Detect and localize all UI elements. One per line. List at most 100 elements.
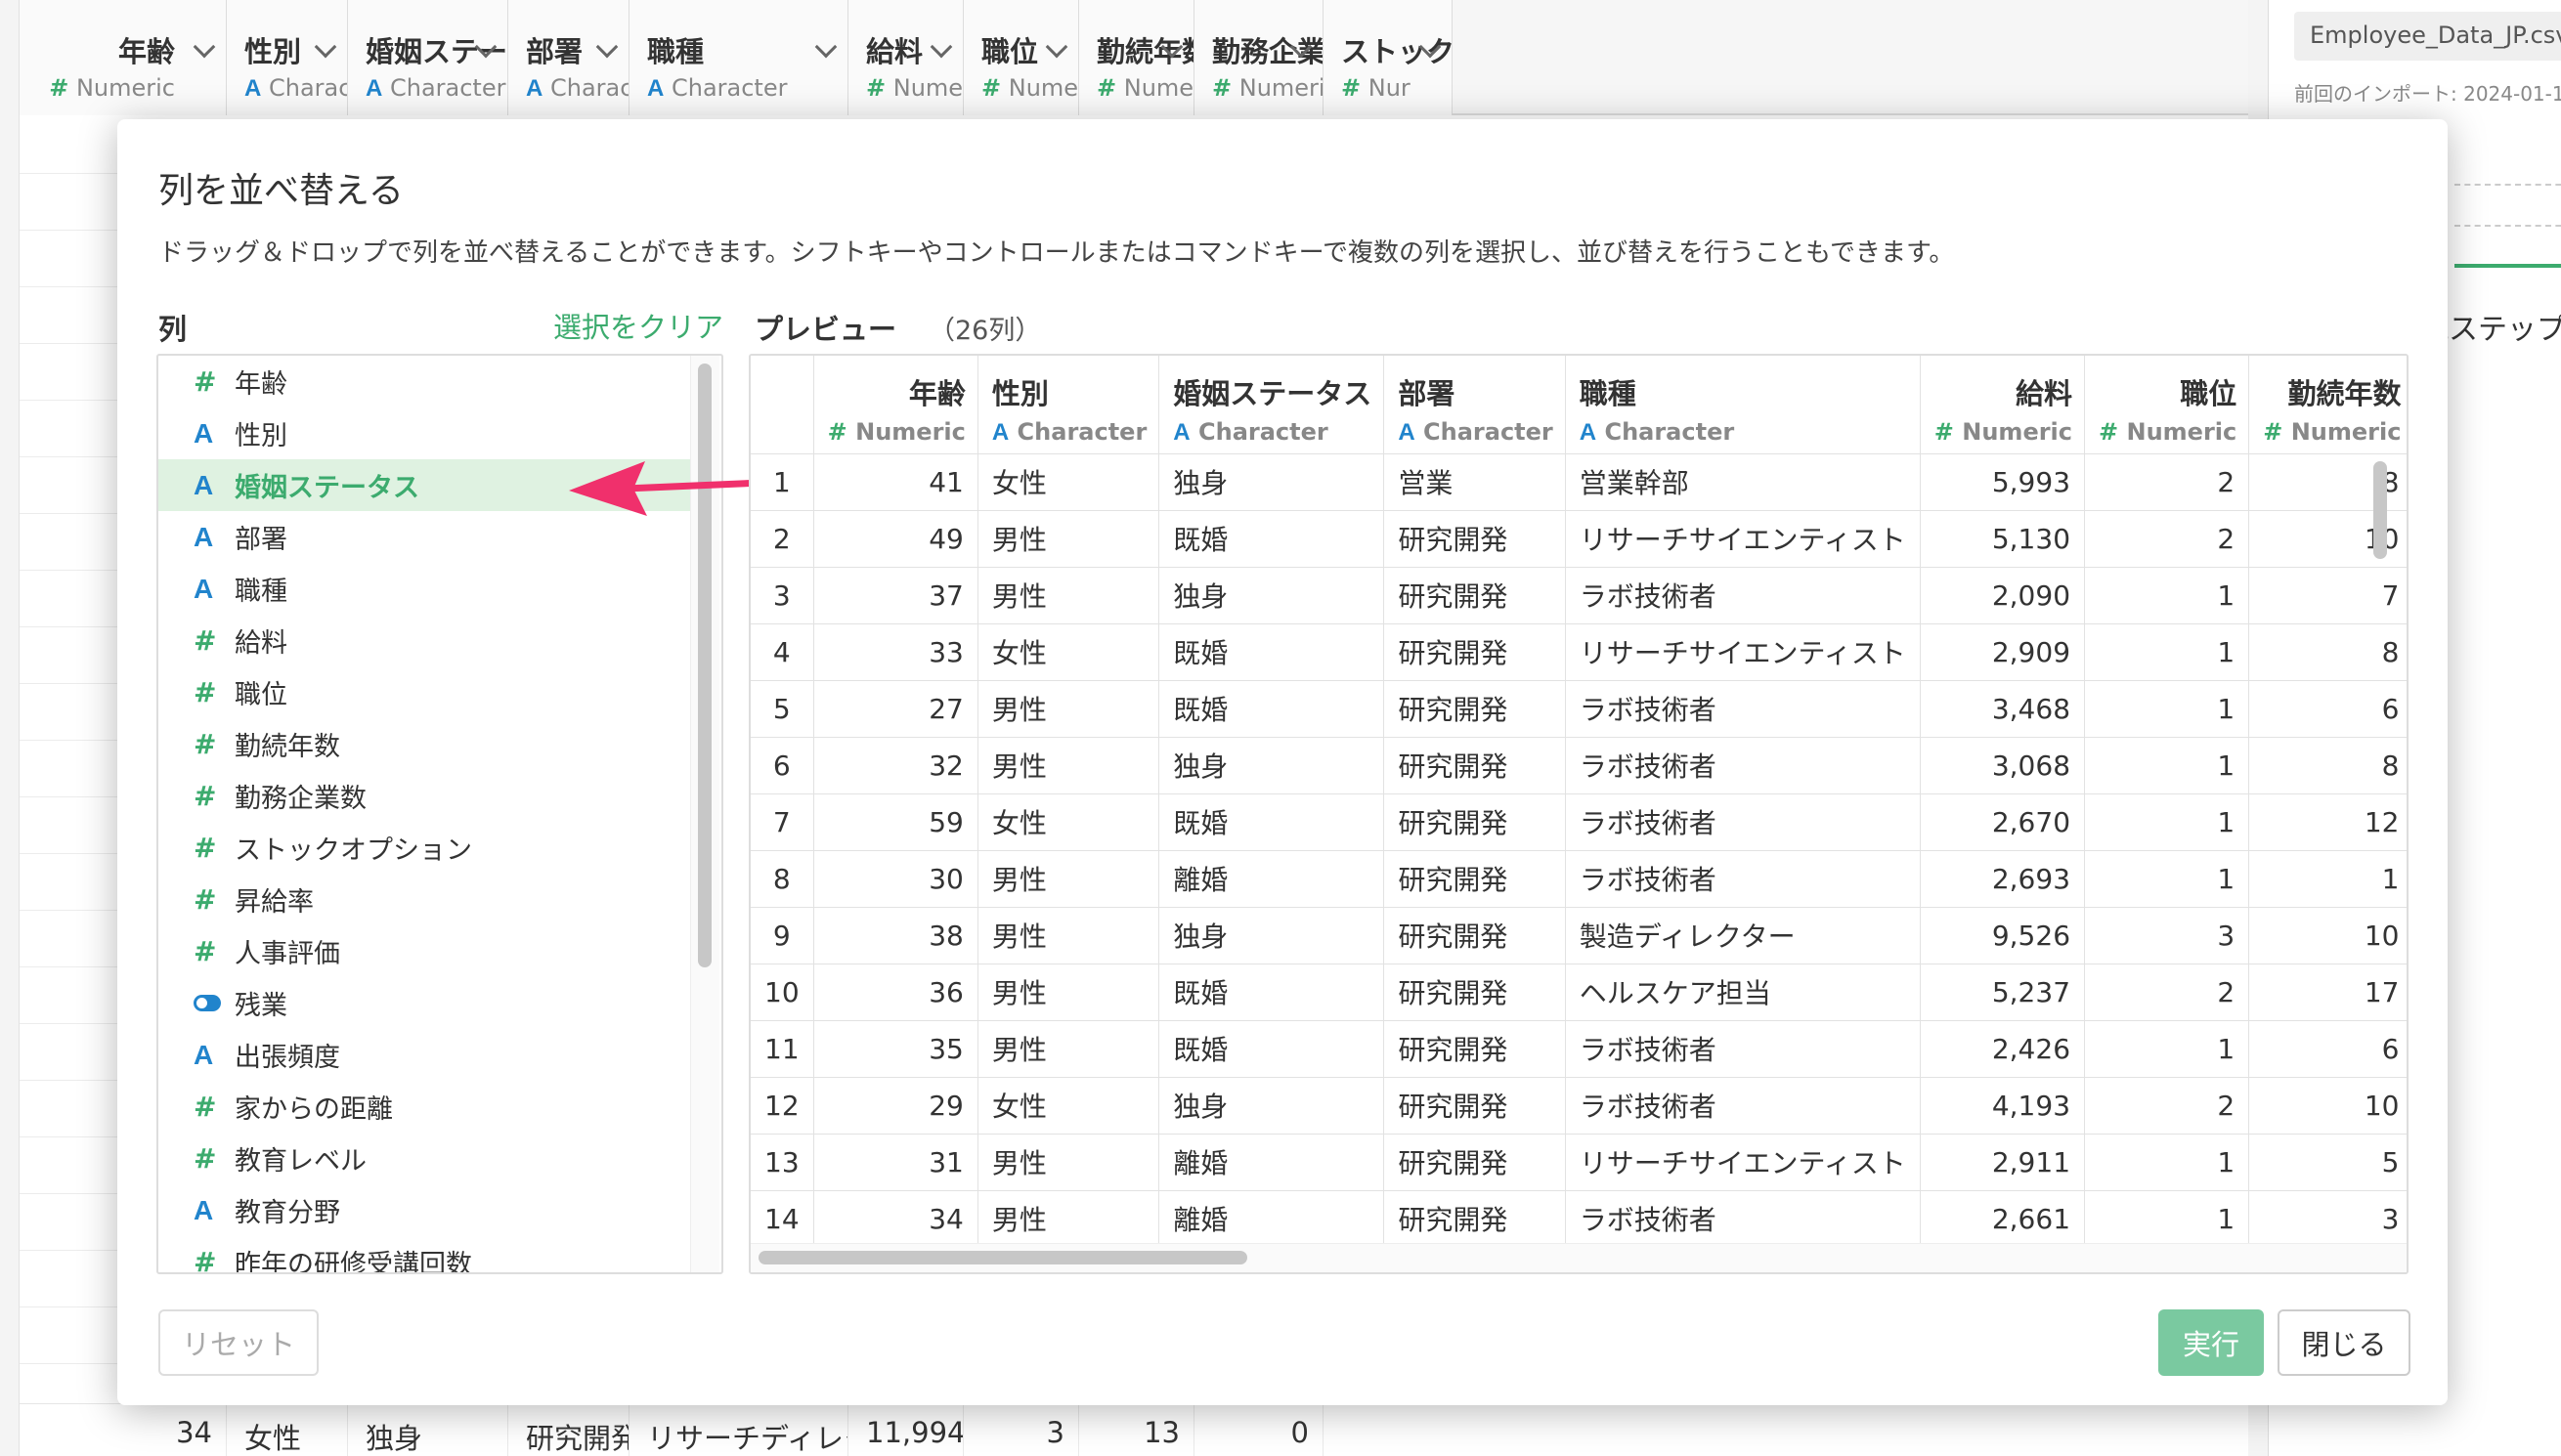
background-header-7[interactable]: 職位# Numeric	[964, 0, 1079, 115]
numeric-type-icon: #	[194, 728, 217, 760]
table-row: 249男性既婚研究開発リサーチサイエンティスト5,130210	[751, 510, 2407, 568]
background-header-10[interactable]: ストックオプシ# Nur	[1324, 0, 1453, 115]
table-cell: 男性	[977, 510, 1160, 568]
table-cell: 10	[2248, 1077, 2407, 1135]
column-list-item-label: 部署	[235, 525, 287, 555]
background-header-6[interactable]: 給料# Numeric	[848, 0, 964, 115]
table-cell: 2,693	[1920, 850, 2086, 908]
preview-header-5: 職種 A Character	[1565, 356, 1921, 454]
table-cell: 男性	[977, 964, 1160, 1021]
column-list-item[interactable]: # 人事評価	[158, 925, 721, 977]
column-list-item[interactable]: # 給料	[158, 615, 721, 666]
table-cell: 研究開発	[1383, 850, 1566, 908]
current-step-indicator	[2454, 264, 2561, 268]
background-cell: 3	[964, 1404, 1079, 1456]
table-cell: ラボ技術者	[1565, 567, 1921, 624]
table-cell: 研究開発	[1383, 907, 1566, 964]
table-row: 13 31 男性 離婚 研究開発 リサーチサイエンティスト 2,911 1 5	[751, 1134, 2407, 1191]
numeric-type-icon: #	[827, 418, 847, 446]
table-row: 7 59 女性 既婚 研究開発 ラボ技術者 2,670 1 12	[751, 793, 2407, 851]
preview-horizontal-scrollbar-track[interactable]	[751, 1243, 2407, 1272]
table-cell: 3	[2084, 907, 2250, 964]
table-cell: リサーチサイエンティスト	[1565, 510, 1921, 568]
numeric-type-icon: #	[2099, 418, 2119, 446]
column-list-item[interactable]: # ストックオプション	[158, 822, 721, 874]
column-list-item[interactable]: # 職位	[158, 666, 721, 718]
table-cell: 2,670	[1920, 793, 2086, 851]
table-cell: ラボ技術者	[1565, 1020, 1921, 1078]
table-cell: 7	[2248, 567, 2407, 624]
column-list-item[interactable]: # 昨年の研修受講回数	[158, 1236, 721, 1272]
table-cell: 1	[2084, 850, 2250, 908]
table-cell: 離婚	[1158, 1190, 1385, 1248]
table-cell: 男性	[977, 907, 1160, 964]
numeric-type-icon: #	[1341, 74, 1362, 102]
row-number-header	[751, 356, 814, 454]
preview-horizontal-scrollbar-thumb[interactable]	[759, 1251, 1247, 1264]
preview-header-type: A Character	[991, 418, 1148, 446]
numeric-type-icon: #	[1933, 418, 1954, 446]
table-cell: 女性	[977, 453, 1160, 511]
background-header-2[interactable]: 性別A Character	[227, 0, 348, 115]
table-cell: 研究開発	[1383, 1077, 1566, 1135]
background-header-1[interactable]: 年齢 # Numeric	[20, 0, 227, 115]
row-number: 14	[751, 1190, 814, 1248]
reset-button[interactable]: リセット	[158, 1309, 319, 1376]
last-import-text: 前回のインポート: 2024-01-1	[2294, 82, 2561, 106]
table-cell: 独身	[1158, 737, 1385, 794]
table-cell: 研究開発	[1383, 1134, 1566, 1191]
clear-selection-link[interactable]: 選択をクリア	[553, 305, 723, 346]
columns-label: 列	[158, 313, 188, 346]
column-list-item[interactable]: A 教育分野	[158, 1184, 721, 1236]
table-cell: 研究開発	[1383, 964, 1566, 1021]
table-cell: 研究開発	[1383, 623, 1566, 681]
numeric-type-icon: #	[194, 832, 217, 864]
table-cell: ヘルスケア担当	[1565, 964, 1921, 1021]
table-cell: 32	[813, 737, 978, 794]
table-cell: 既婚	[1158, 793, 1385, 851]
column-list-item[interactable]: # 教育レベル	[158, 1133, 721, 1184]
background-header-4[interactable]: 部署A Character	[508, 0, 629, 115]
column-list-item[interactable]: # 年齢	[158, 356, 721, 407]
row-number: 9	[751, 907, 814, 964]
table-cell: 研究開発	[1383, 680, 1566, 738]
preview-header-name: 年齢	[908, 377, 966, 410]
column-list-item[interactable]: 残業	[158, 977, 721, 1029]
preview-header-name: 職種	[1579, 377, 1636, 410]
row-number: 8	[751, 850, 814, 908]
column-list-item[interactable]: # 勤務企業数	[158, 770, 721, 822]
character-type-icon: A	[194, 417, 214, 449]
column-list-item[interactable]: A 職種	[158, 563, 721, 615]
preview-vertical-scrollbar[interactable]	[2373, 461, 2387, 559]
column-list-item[interactable]: # 昇給率	[158, 874, 721, 925]
header-type: # Numeric	[866, 74, 964, 102]
table-cell: ラボ技術者	[1565, 850, 1921, 908]
dialog-description: ドラッグ＆ドロップで列を並べ替えることができます。シフトキーやコントロールまたは…	[158, 238, 1955, 268]
character-type-icon: A	[366, 75, 383, 102]
table-cell: 37	[813, 567, 978, 624]
column-list-item[interactable]: # 家からの距離	[158, 1081, 721, 1133]
table-cell: 営業	[1383, 453, 1566, 511]
column-list-item[interactable]: A 出張頻度	[158, 1029, 721, 1081]
table-cell: 既婚	[1158, 680, 1385, 738]
column-list-item[interactable]: # 勤続年数	[158, 718, 721, 770]
table-cell: 36	[813, 964, 978, 1021]
table-row: 6 32 男性 独身 研究開発 ラボ技術者 3,068 1 8	[751, 737, 2407, 794]
numeric-type-icon: #	[194, 1091, 217, 1123]
run-button[interactable]: 実行	[2158, 1309, 2264, 1376]
background-header-8[interactable]: 勤続年数# Numeric	[1079, 0, 1194, 115]
background-header-5[interactable]: 職種 A Character	[629, 0, 848, 115]
background-cell: 女性	[227, 1404, 348, 1456]
background-header-9[interactable]: 勤務企業数# Numeric	[1194, 0, 1324, 115]
table-cell: 2,090	[1920, 567, 2086, 624]
background-header-3[interactable]: 婚姻ステータス A Character	[348, 0, 508, 115]
file-name-chip[interactable]: Employee_Data_JP.csv	[2294, 12, 2561, 61]
table-cell: 8	[2248, 623, 2407, 681]
close-button[interactable]: 閉じる	[2278, 1309, 2410, 1376]
table-cell: 男性	[977, 567, 1160, 624]
step-divider	[2454, 184, 2561, 186]
character-type-icon: A	[1173, 419, 1191, 446]
table-row: 4 33 女性 既婚 研究開発 リサーチサイエンティスト 2,909 1 8	[751, 623, 2407, 681]
table-cell: リサーチサイエンティスト	[1565, 623, 1921, 681]
table-cell: 5,130	[1920, 510, 2086, 568]
